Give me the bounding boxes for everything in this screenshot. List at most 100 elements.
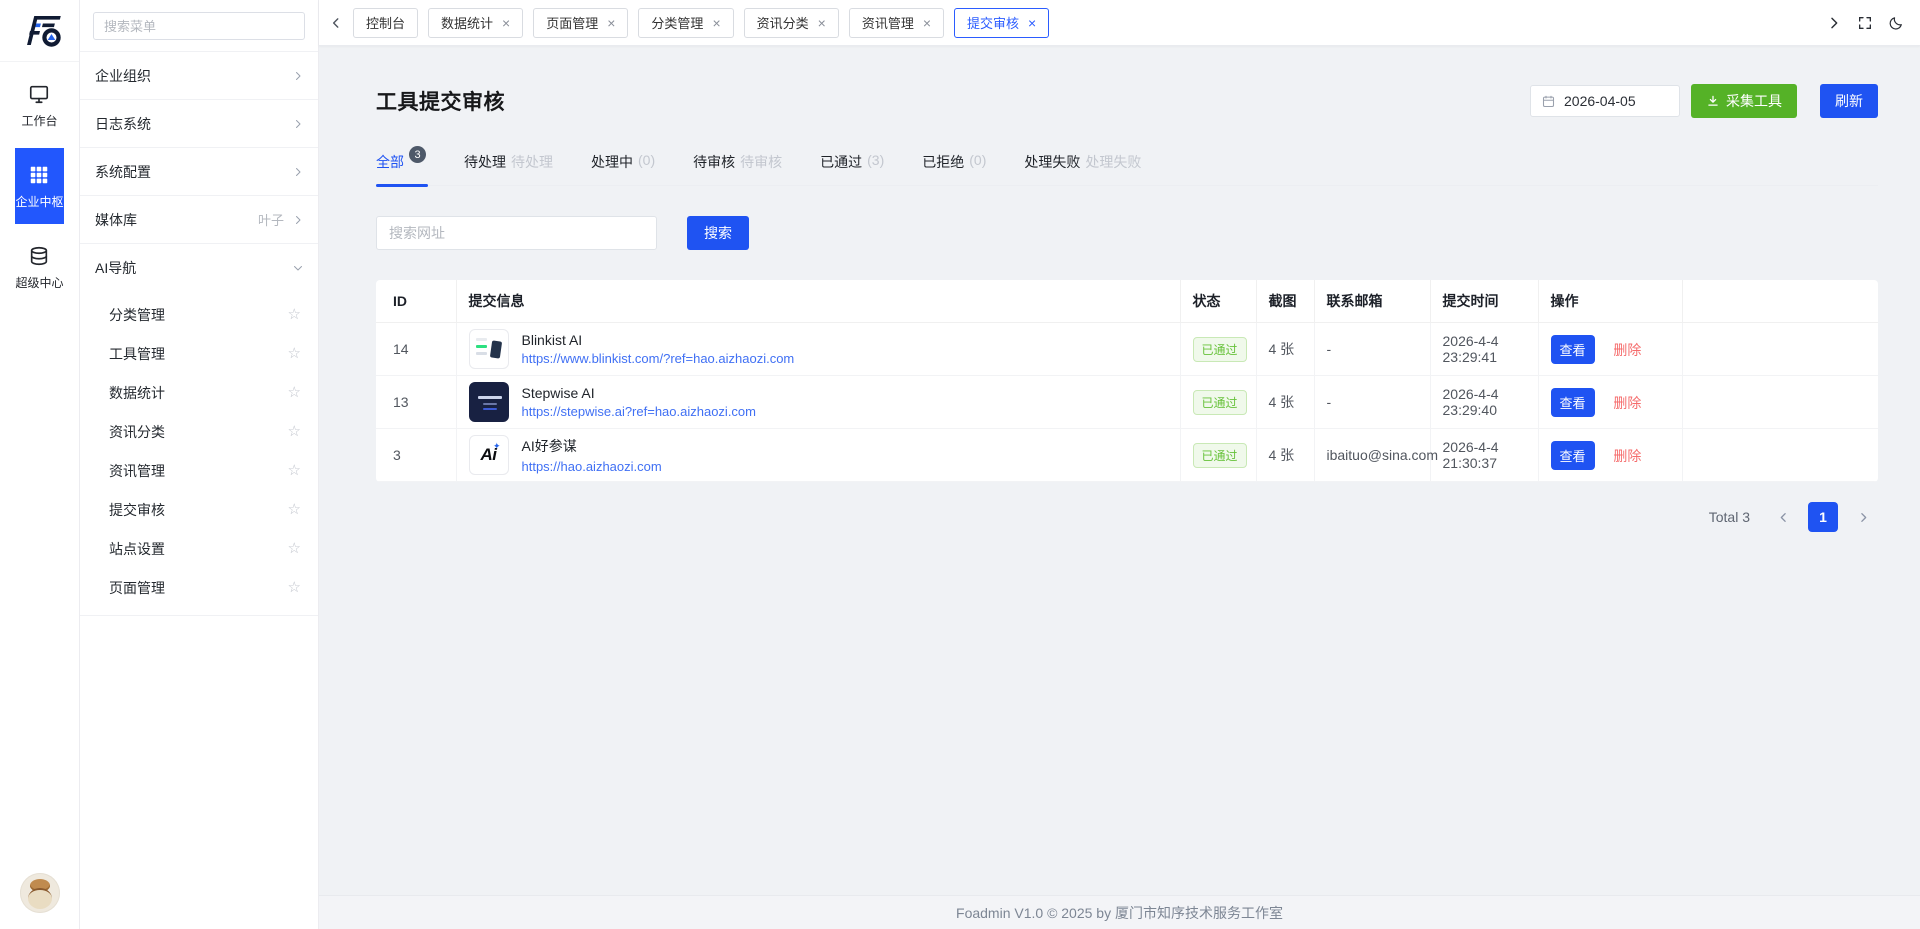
pagination-next-icon[interactable] xyxy=(1848,502,1878,532)
dark-mode-moon-icon[interactable] xyxy=(1888,15,1904,31)
tab-close-icon[interactable]: × xyxy=(607,16,615,30)
sidebar-group-item[interactable]: 媒体库 叶子 xyxy=(80,195,318,243)
sidebar-item-分类管理[interactable]: 分类管理 ☆ xyxy=(80,295,318,334)
status-filter-tabs: 全部 3 待处理 待处理 处理中 (0) 待审核 待审核 已通过 (3) 已拒绝… xyxy=(376,152,1878,186)
cell-status: 已通过 xyxy=(1180,323,1256,376)
rail-item-工作台[interactable]: 工作台 xyxy=(15,70,63,140)
fullscreen-icon[interactable] xyxy=(1857,15,1873,31)
tool-url-link[interactable]: https://www.blinkist.com/?ref=hao.aizhao… xyxy=(522,351,795,366)
col-spacer xyxy=(1682,280,1878,323)
open-tab-资讯分类[interactable]: 资讯分类 × xyxy=(744,8,839,38)
site-thumbnail xyxy=(469,382,509,422)
status-badge: 已通过 xyxy=(1193,443,1247,468)
sidebar-group-item[interactable]: 系统配置 xyxy=(80,147,318,195)
sidebar-sub-item-label: 资讯分类 xyxy=(109,422,288,442)
open-tab-提交审核[interactable]: 提交审核 × xyxy=(954,8,1049,38)
filter-tab-待处理[interactable]: 待处理 待处理 xyxy=(464,152,553,172)
favorite-star-icon[interactable]: ☆ xyxy=(288,541,301,556)
filter-tab-处理中[interactable]: 处理中 (0) xyxy=(591,152,655,172)
table-header-row: ID 提交信息 状态 截图 联系邮箱 提交时间 操作 xyxy=(376,280,1878,323)
tab-close-icon[interactable]: × xyxy=(1028,16,1036,30)
chevron-down-icon xyxy=(292,262,304,274)
sidebar-group-label: 企业组织 xyxy=(95,66,292,86)
tab-close-icon[interactable]: × xyxy=(712,16,720,30)
cell-status: 已通过 xyxy=(1180,376,1256,429)
tool-url-link[interactable]: https://stepwise.ai?ref=hao.aizhaozi.com xyxy=(522,404,757,419)
favorite-star-icon[interactable]: ☆ xyxy=(288,385,301,400)
filter-tab-已通过[interactable]: 已通过 (3) xyxy=(820,152,884,172)
filter-tab-处理失败[interactable]: 处理失败 处理失败 xyxy=(1024,152,1141,172)
open-tab-分类管理[interactable]: 分类管理 × xyxy=(638,8,733,38)
cell-actions: 查看 删除 xyxy=(1538,429,1682,482)
collect-tools-button[interactable]: 采集工具 xyxy=(1691,84,1797,118)
rail-item-label: 工作台 xyxy=(21,112,57,129)
open-tab-label: 提交审核 xyxy=(967,13,1019,32)
filter-tab-已拒绝[interactable]: 已拒绝 (0) xyxy=(922,152,986,172)
sidebar-sub-item-label: 提交审核 xyxy=(109,500,288,520)
delete-link[interactable]: 删除 xyxy=(1613,448,1641,464)
database-icon xyxy=(28,245,50,267)
cell-actions: 查看 删除 xyxy=(1538,376,1682,429)
sidebar-item-页面管理[interactable]: 页面管理 ☆ xyxy=(80,568,318,607)
col-id: ID xyxy=(376,280,456,323)
sidebar-group-label: 媒体库 xyxy=(95,210,258,230)
sidebar-sub-item-label: 工具管理 xyxy=(109,344,288,364)
rail-items: 工作台 企业中枢 超级中心 xyxy=(15,62,63,302)
sidebar-group-item[interactable]: 日志系统 xyxy=(80,99,318,147)
favorite-star-icon[interactable]: ☆ xyxy=(288,463,301,478)
favorite-star-icon[interactable]: ☆ xyxy=(288,502,301,517)
favorite-star-icon[interactable]: ☆ xyxy=(288,346,301,361)
favorite-star-icon[interactable]: ☆ xyxy=(288,580,301,595)
page-content: 工具提交审核 2026-04-05 采集工具 刷新 全部 3 xyxy=(319,46,1920,895)
open-tab-资讯管理[interactable]: 资讯管理 × xyxy=(849,8,944,38)
filter-tab-label: 待审核 xyxy=(693,152,735,172)
sidebar-group-item[interactable]: AI导航 xyxy=(80,243,318,291)
sidebar-group-item[interactable]: 企业组织 xyxy=(80,51,318,99)
delete-link[interactable]: 删除 xyxy=(1613,342,1641,358)
filter-tab-label: 处理失败 xyxy=(1024,152,1080,172)
tab-close-icon[interactable]: × xyxy=(818,16,826,30)
app-root: 工作台 企业中枢 超级中心 企业组织 日志系统 系统配置 媒体库 叶子 AI导航… xyxy=(0,0,1920,929)
refresh-button[interactable]: 刷新 xyxy=(1820,84,1878,118)
tool-url-link[interactable]: https://hao.aizhaozi.com xyxy=(522,459,662,474)
url-search-input[interactable] xyxy=(376,216,657,250)
tabs-scroll-right-icon[interactable] xyxy=(1826,15,1842,31)
tab-close-icon[interactable]: × xyxy=(923,16,931,30)
pagination-prev-icon[interactable] xyxy=(1768,502,1798,532)
delete-link[interactable]: 删除 xyxy=(1613,395,1641,411)
filter-tab-待审核[interactable]: 待审核 待审核 xyxy=(693,152,782,172)
user-avatar[interactable] xyxy=(20,873,60,913)
cell-id: 14 xyxy=(376,323,456,376)
filter-tab-suffix: 待审核 xyxy=(740,152,782,172)
menu-search-input[interactable] xyxy=(93,12,305,40)
date-picker[interactable]: 2026-04-05 xyxy=(1530,85,1680,117)
app-logo[interactable] xyxy=(0,0,79,62)
open-tab-数据统计[interactable]: 数据统计 × xyxy=(428,8,523,38)
tab-close-icon[interactable]: × xyxy=(502,16,510,30)
open-tab-控制台[interactable]: 控制台 xyxy=(353,8,418,38)
view-button[interactable]: 查看 xyxy=(1551,441,1595,470)
rail-item-企业中枢[interactable]: 企业中枢 xyxy=(15,148,63,224)
filter-tab-全部[interactable]: 全部 3 xyxy=(376,152,426,172)
view-button[interactable]: 查看 xyxy=(1551,388,1595,417)
rail-item-超级中心[interactable]: 超级中心 xyxy=(15,232,63,302)
cell-time: 2026-4-4 23:29:40 xyxy=(1430,376,1538,429)
cell-id: 13 xyxy=(376,376,456,429)
tabs-scroll-left-icon[interactable] xyxy=(329,16,343,30)
cell-time: 2026-4-4 23:29:41 xyxy=(1430,323,1538,376)
sidebar-item-资讯分类[interactable]: 资讯分类 ☆ xyxy=(80,412,318,451)
open-tab-页面管理[interactable]: 页面管理 × xyxy=(533,8,628,38)
sidebar-item-数据统计[interactable]: 数据统计 ☆ xyxy=(80,373,318,412)
sidebar-item-工具管理[interactable]: 工具管理 ☆ xyxy=(80,334,318,373)
col-email: 联系邮箱 xyxy=(1314,280,1430,323)
cell-actions: 查看 删除 xyxy=(1538,323,1682,376)
sidebar-item-资讯管理[interactable]: 资讯管理 ☆ xyxy=(80,451,318,490)
favorite-star-icon[interactable]: ☆ xyxy=(288,307,301,322)
sidebar-group-label: 系统配置 xyxy=(95,162,292,182)
pagination-page-1[interactable]: 1 xyxy=(1808,502,1838,532)
favorite-star-icon[interactable]: ☆ xyxy=(288,424,301,439)
search-button[interactable]: 搜索 xyxy=(687,216,749,250)
view-button[interactable]: 查看 xyxy=(1551,335,1595,364)
sidebar-item-提交审核[interactable]: 提交审核 ☆ xyxy=(80,490,318,529)
sidebar-item-站点设置[interactable]: 站点设置 ☆ xyxy=(80,529,318,568)
